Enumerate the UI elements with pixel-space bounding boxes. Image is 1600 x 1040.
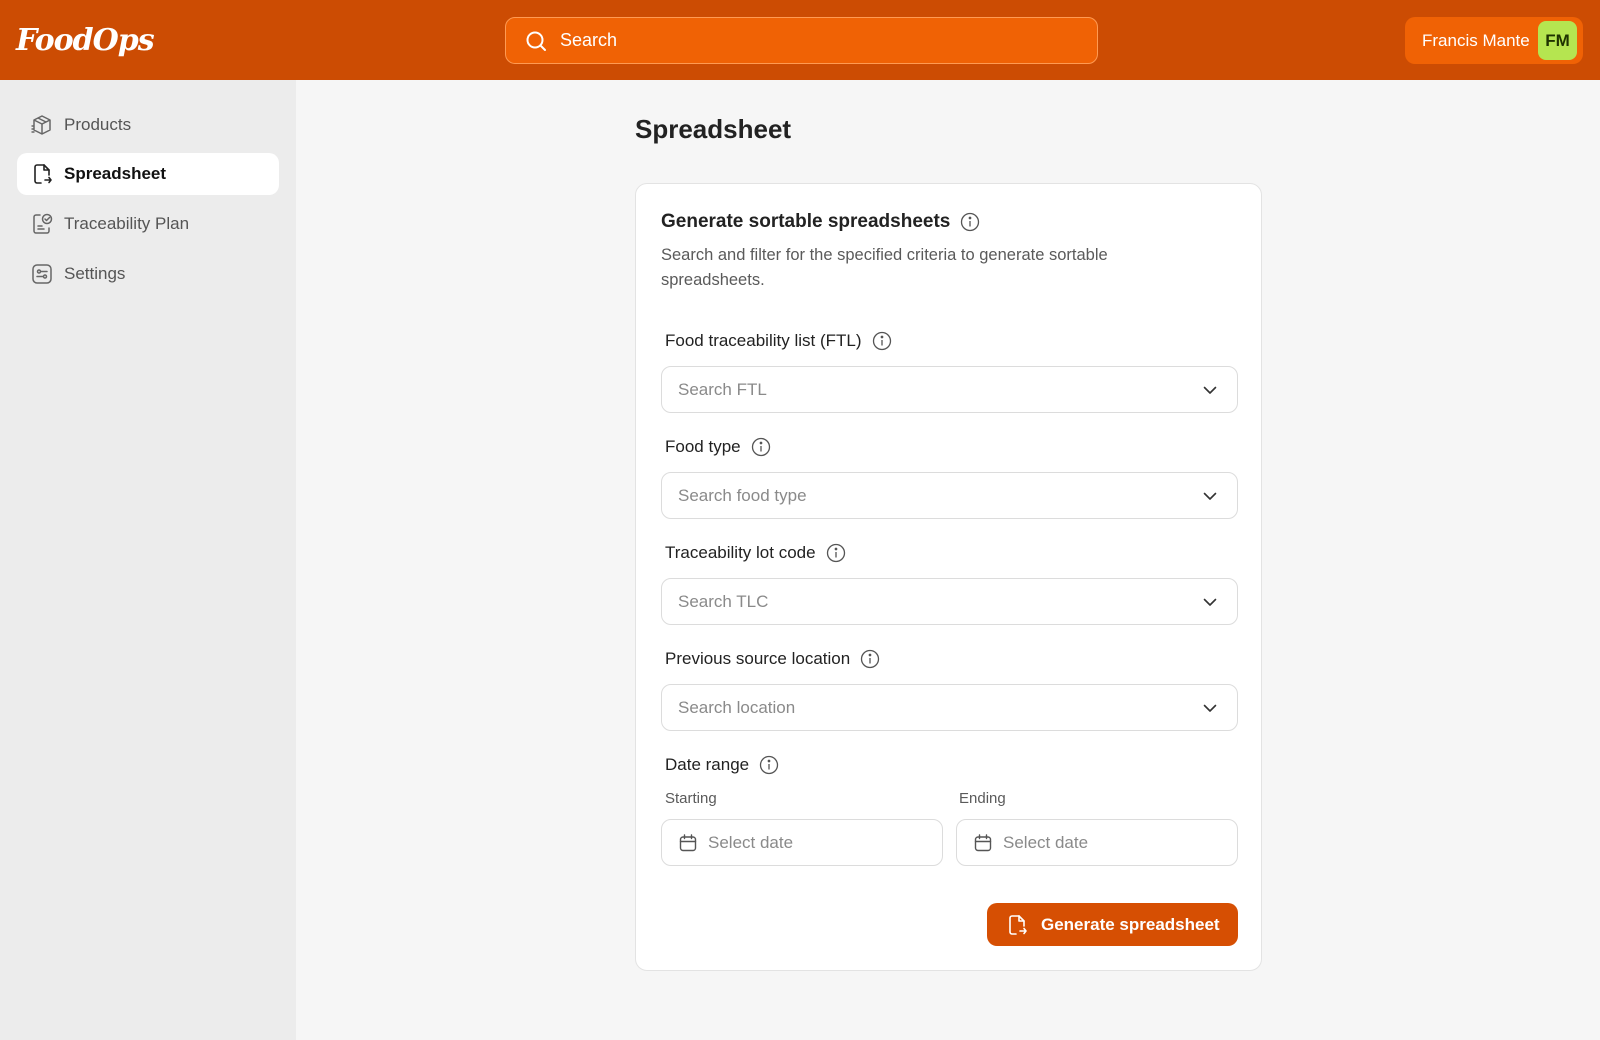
generate-spreadsheet-card: Generate sortable spreadsheets Search an… [635,183,1262,971]
location-label: Previous source location [665,649,851,668]
file-export-icon [34,164,52,184]
search-icon [526,31,546,51]
ftl-select[interactable]: Search FTL [661,366,1238,413]
food-type-label: Food type [665,437,741,456]
location-select[interactable]: Search location [661,684,1238,731]
info-icon[interactable] [751,437,771,457]
food-type-label-row: Food type [665,437,771,457]
ftl-placeholder: Search FTL [678,379,767,399]
tlc-select[interactable]: Search TLC [661,578,1238,625]
sidebar-item-traceability-plan[interactable]: Traceability Plan [17,203,279,245]
search-placeholder: Search [560,30,618,50]
sidebar-item-spreadsheet[interactable]: Spreadsheet [17,153,279,195]
info-icon[interactable] [872,331,892,351]
date-range-label-row: Date range [665,755,779,775]
document-check-icon [33,213,53,234]
start-date-placeholder: Select date [708,832,794,852]
end-date-input[interactable]: Select date [956,819,1238,866]
chevron-down-icon [1203,704,1217,712]
user-menu-button[interactable]: Francis Mante FM [1405,17,1583,64]
calendar-icon [974,833,992,851]
end-date-placeholder: Select date [1003,832,1089,852]
sliders-icon [32,264,52,284]
food-type-placeholder: Search food type [678,485,807,505]
sidebar: Products Spreadsheet Traceability Plan S… [0,80,296,1040]
sidebar-item-label: Spreadsheet [64,164,167,183]
top-bar: FoodOps Search Francis Mante FM [0,0,1600,80]
info-icon[interactable] [759,755,779,775]
tlc-label: Traceability lot code [665,543,816,562]
ftl-label-row: Food traceability list (FTL) [665,331,892,351]
info-icon[interactable] [860,649,880,669]
user-name: Francis Mante [1422,30,1530,50]
ftl-label: Food traceability list (FTL) [665,331,862,350]
sidebar-item-products[interactable]: Products [17,104,279,146]
sidebar-item-label: Products [64,115,132,134]
generate-spreadsheet-button[interactable]: Generate spreadsheet [987,903,1238,946]
food-type-select[interactable]: Search food type [661,472,1238,519]
location-label-row: Previous source location [665,649,880,669]
file-export-icon [1009,914,1027,935]
location-placeholder: Search location [678,697,796,717]
sidebar-item-settings[interactable]: Settings [17,253,279,295]
chevron-down-icon [1203,492,1217,500]
page-title: Spreadsheet [635,114,792,144]
tlc-placeholder: Search TLC [678,591,769,611]
start-date-input[interactable]: Select date [661,819,943,866]
end-date-label: Ending [959,790,1006,807]
card-description: Search and filter for the specified crit… [661,246,1108,289]
info-icon[interactable] [960,212,980,232]
card-title: Generate sortable spreadsheets [661,211,951,232]
info-icon[interactable] [826,543,846,563]
date-range-label: Date range [665,755,750,774]
card-header: Generate sortable spreadsheets [661,211,980,233]
chevron-down-icon [1203,598,1217,606]
foodops-logo[interactable]: FoodOps [16,18,155,62]
global-search-input[interactable]: Search [505,17,1098,64]
sidebar-item-label: Traceability Plan [64,214,190,233]
start-date-label: Starting [665,790,717,807]
sidebar-item-label: Settings [64,264,126,283]
avatar: FM [1538,21,1577,60]
box-icon [31,115,51,135]
chevron-down-icon [1203,386,1217,394]
generate-spreadsheet-label: Generate spreadsheet [1041,914,1220,934]
calendar-icon [679,833,697,851]
tlc-label-row: Traceability lot code [665,543,846,563]
